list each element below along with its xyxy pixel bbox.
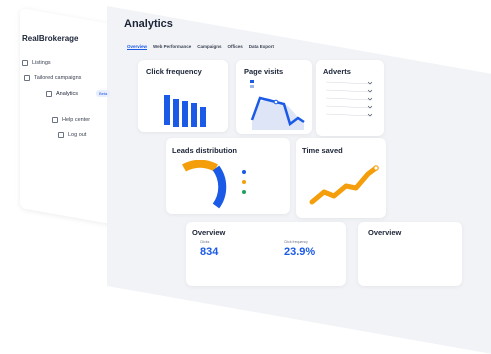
legend-swatch (250, 80, 254, 83)
data-point (373, 165, 379, 171)
bar (200, 107, 206, 127)
data-point (273, 99, 279, 105)
logout-icon (58, 132, 64, 138)
filter-row (325, 81, 373, 85)
sidebar-item-tailored-campaigns[interactable]: Tailored campaigns (24, 75, 81, 81)
sidebar-item-label: Tailored campaigns (34, 75, 82, 81)
bar (191, 103, 197, 127)
card-title: Click frequency (146, 67, 202, 76)
sidebar-item-log-out[interactable]: Log out (58, 132, 86, 138)
tab-campaigns[interactable]: Campaigns (197, 44, 221, 50)
clicks-value: 834 (200, 246, 219, 258)
click-frequency-value: 23.9% (284, 246, 316, 258)
tab-overview[interactable]: Overview (127, 44, 148, 50)
page-title: Analytics (124, 18, 173, 30)
clicks-label: Clicks (200, 240, 210, 244)
donut-segment (212, 165, 227, 209)
filter-row (325, 97, 373, 101)
tab-web-performance[interactable]: Web Performance (153, 44, 191, 50)
donut-segment (182, 160, 218, 172)
tab-data-export[interactable]: Data Export (249, 44, 274, 50)
card-title: Page visits (244, 67, 284, 76)
bar (182, 101, 188, 127)
sidebar-item-help-center[interactable]: Help center (52, 117, 90, 123)
card-title: Overview (368, 228, 402, 237)
page-visits-chart (250, 80, 305, 130)
sidebar-item-analytics[interactable]: Analytics Beta (46, 90, 111, 97)
click-frequency-chart (164, 95, 206, 127)
campaign-icon (24, 75, 30, 81)
sidebar-item-label: Listings (32, 60, 51, 66)
leads-donut-chart (182, 160, 246, 209)
bar (173, 99, 179, 127)
help-icon (52, 117, 58, 123)
sidebar-item-listings[interactable]: Listings (22, 60, 51, 66)
analytics-icon (46, 90, 52, 97)
listings-icon (22, 60, 28, 66)
brand-logo[interactable]: RealBrokerage (22, 34, 78, 43)
series-line (309, 165, 379, 205)
legend-swatch (250, 85, 254, 88)
card-title: Overview (192, 228, 226, 237)
filter-row (325, 113, 373, 117)
filter-row (325, 105, 373, 109)
bar (164, 95, 170, 125)
legend-dot (242, 180, 246, 184)
sidebar-item-label: Analytics (56, 90, 79, 97)
click-frequency-label: Click frequency (284, 240, 308, 244)
card-title: Adverts (323, 67, 351, 76)
beta-badge: Beta (96, 90, 111, 97)
sidebar-item-label: Log out (68, 132, 87, 138)
card-title: Leads distribution (172, 146, 238, 155)
tab-offices[interactable]: Offices (227, 44, 242, 50)
tab-bar: Overview Web Performance Campaigns Offic… (127, 44, 274, 50)
legend-dot (242, 190, 246, 194)
legend-dot (242, 170, 246, 174)
time-saved-chart (309, 165, 379, 205)
filter-row (325, 89, 373, 93)
adverts-filters (325, 81, 373, 117)
sidebar-item-label: Help center (62, 117, 91, 123)
